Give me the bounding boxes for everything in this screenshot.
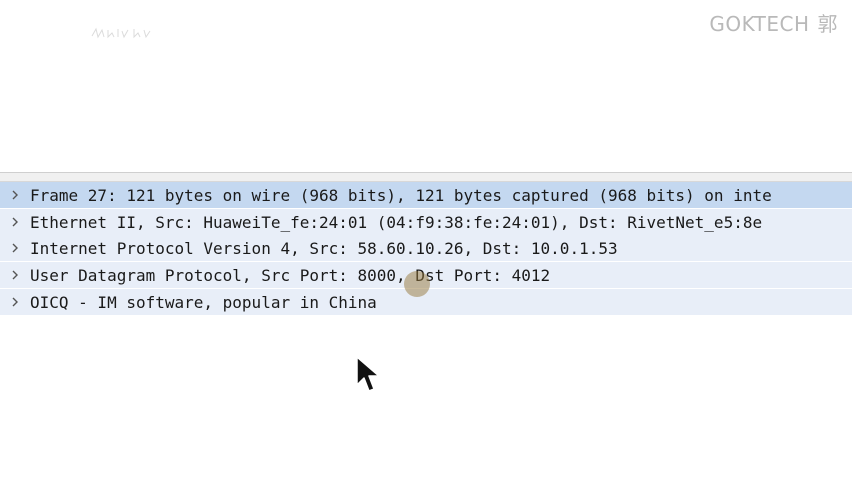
chevron-right-icon[interactable]: [0, 269, 30, 281]
arrow-cursor-icon: [356, 356, 380, 392]
tree-row-label: Internet Protocol Version 4, Src: 58.60.…: [30, 238, 618, 258]
chevron-right-icon[interactable]: [0, 189, 30, 201]
tree-row-ethernet[interactable]: Ethernet II, Src: HuaweiTe_fe:24:01 (04:…: [0, 209, 852, 235]
click-indicator: [404, 271, 430, 297]
tree-row-label: Frame 27: 121 bytes on wire (968 bits), …: [30, 185, 772, 205]
watermark: GOKTECH 郭: [709, 8, 838, 37]
tree-row-label: OICQ - IM software, popular in China: [30, 292, 377, 312]
chevron-right-icon[interactable]: [0, 242, 30, 254]
chevron-right-icon[interactable]: [0, 296, 30, 308]
tree-row-label: User Datagram Protocol, Src Port: 8000, …: [30, 265, 551, 285]
packet-details-pane: Frame 27: 121 bytes on wire (968 bits), …: [0, 182, 852, 480]
faint-scribble-mark: [91, 27, 151, 39]
pane-splitter[interactable]: [0, 173, 852, 182]
tree-row-ipv4[interactable]: Internet Protocol Version 4, Src: 58.60.…: [0, 235, 852, 261]
packet-list-pane[interactable]: GOKTECH 郭: [0, 0, 852, 173]
watermark-brand: GOKTECH: [709, 12, 810, 36]
tree-row-frame[interactable]: Frame 27: 121 bytes on wire (968 bits), …: [0, 182, 852, 208]
watermark-glyph: 郭: [817, 12, 838, 36]
chevron-right-icon[interactable]: [0, 216, 30, 228]
tree-row-label: Ethernet II, Src: HuaweiTe_fe:24:01 (04:…: [30, 212, 763, 232]
